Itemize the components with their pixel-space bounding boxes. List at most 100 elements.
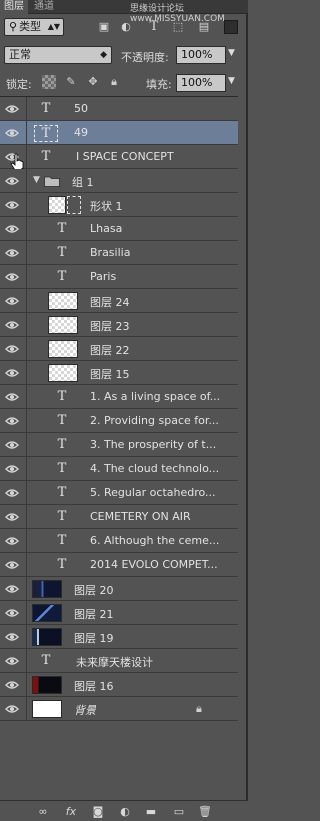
blend-mode-select[interactable]: 正常 ◆ — [4, 46, 112, 64]
layer-row[interactable]: T 4. The cloud technolo... — [0, 457, 238, 481]
layer-row[interactable]: T 2014 EVOLO COMPET... — [0, 553, 238, 577]
smart-object-filter-icon[interactable]: ▤ — [196, 19, 212, 35]
add-style-button[interactable]: fx — [63, 804, 79, 820]
new-layer-button[interactable]: ▭ — [171, 804, 187, 820]
blend-mode-value: 正常 — [9, 48, 31, 61]
eye-icon[interactable] — [5, 655, 19, 667]
layer-row[interactable]: T I SPACE CONCEPT — [0, 145, 238, 171]
layer-row[interactable]: T 1. As a living space of... — [0, 385, 238, 409]
eye-icon[interactable] — [5, 223, 19, 235]
eye-icon[interactable] — [5, 103, 19, 115]
eye-icon[interactable] — [5, 271, 19, 283]
layer-row[interactable]: T Brasilia — [0, 241, 238, 265]
layer-thumbnail — [32, 700, 62, 718]
add-mask-button[interactable]: ◙ — [90, 804, 106, 820]
new-adjustment-button[interactable]: ◐ — [117, 804, 133, 820]
eye-icon[interactable] — [5, 175, 19, 187]
layer-name: I SPACE CONCEPT — [76, 150, 174, 163]
eye-icon[interactable] — [5, 199, 19, 211]
layer-name: 4. The cloud technolo... — [90, 462, 220, 475]
text-layer-icon: T — [41, 101, 51, 116]
layer-thumbnail — [32, 604, 62, 622]
expand-arrow-icon[interactable]: ▼ — [33, 175, 40, 185]
layer-thumbnail — [32, 628, 62, 646]
text-layer-icon: T — [57, 437, 67, 452]
eye-icon[interactable] — [5, 607, 19, 619]
layer-row[interactable]: 图层 22 — [0, 337, 238, 361]
tab-layers[interactable]: 图层 — [0, 0, 28, 14]
text-layer-icon: T — [57, 461, 67, 476]
layer-row[interactable]: 图层 20 — [0, 577, 238, 601]
layer-row-selected[interactable]: T 49 — [0, 121, 238, 145]
layer-thumbnail — [48, 292, 78, 310]
layer-row[interactable]: T 2. Providing space for... — [0, 409, 238, 433]
eye-icon[interactable] — [5, 391, 19, 403]
opacity-input[interactable]: 100% — [176, 46, 226, 64]
lock-image-icon[interactable]: ✎ — [64, 75, 78, 89]
eye-icon[interactable] — [5, 415, 19, 427]
panel-tab-bar: 图层 通道 思缘设计论坛 www.MISSYUAN.COM — [0, 0, 248, 24]
eye-icon[interactable] — [5, 319, 19, 331]
opacity-dropdown-icon[interactable]: ▼ — [228, 48, 235, 58]
layer-name: 49 — [74, 126, 88, 139]
background-layer-row[interactable]: 背景 🔒︎ — [0, 697, 238, 721]
panel-bottom-bar: ∞ fx ◙ ◐ ▬ ▭ 🗑︎ — [0, 800, 248, 821]
filter-kind-select[interactable]: ⚲ 类型 ▲▼ — [4, 18, 64, 36]
layer-row[interactable]: T CEMETERY ON AIR — [0, 505, 238, 529]
layer-row[interactable]: 图层 16 — [0, 673, 238, 697]
text-layer-icon: T — [57, 509, 67, 524]
pixel-filter-icon[interactable]: ▣ — [96, 19, 112, 35]
text-layer-icon: T — [34, 125, 58, 142]
fill-dropdown-icon[interactable]: ▼ — [228, 76, 235, 86]
lock-position-icon[interactable]: ✥ — [86, 75, 100, 89]
eye-icon[interactable] — [5, 247, 19, 259]
eye-icon[interactable] — [5, 559, 19, 571]
layer-row[interactable]: T 未来摩天楼设计 — [0, 649, 238, 673]
layer-row[interactable]: T Paris — [0, 265, 238, 289]
eye-icon[interactable] — [5, 631, 19, 643]
layer-row[interactable]: 图层 19 — [0, 625, 238, 649]
layer-row[interactable]: T 3. The prosperity of t... — [0, 433, 238, 457]
layer-group-row[interactable]: ▼ 组 1 — [0, 169, 238, 193]
lock-transparent-icon[interactable] — [42, 75, 56, 89]
layer-name: 组 1 — [72, 176, 94, 189]
eye-icon[interactable] — [5, 535, 19, 547]
lock-all-icon[interactable]: 🔒︎ — [107, 75, 121, 89]
layer-row[interactable]: T 5. Regular octahedro... — [0, 481, 238, 505]
layer-row[interactable]: T 6. Although the ceme... — [0, 529, 238, 553]
shape-filter-icon[interactable]: ⬚ — [170, 19, 186, 35]
fill-input[interactable]: 100% — [176, 74, 226, 92]
eye-icon[interactable] — [5, 295, 19, 307]
eye-icon[interactable] — [5, 463, 19, 475]
eye-icon[interactable] — [5, 367, 19, 379]
layer-row[interactable]: 形状 1 — [0, 193, 238, 217]
text-layer-icon: T — [57, 533, 67, 548]
text-layer-icon: T — [57, 485, 67, 500]
filter-toggle[interactable] — [224, 20, 238, 34]
layer-row[interactable]: 图层 23 — [0, 313, 238, 337]
layer-name: 背景 — [74, 704, 96, 717]
tab-channels[interactable]: 通道 — [30, 0, 64, 14]
eye-icon[interactable] — [5, 343, 19, 355]
new-group-button[interactable]: ▬ — [143, 804, 159, 820]
delete-layer-button[interactable]: 🗑︎ — [197, 804, 213, 820]
eye-icon[interactable] — [5, 439, 19, 451]
layer-name: 6. Although the ceme... — [90, 534, 220, 547]
adjustment-filter-icon[interactable]: ◐ — [118, 19, 134, 35]
text-filter-icon[interactable]: T — [146, 19, 162, 35]
layer-name: 图层 15 — [90, 368, 130, 381]
layer-row[interactable]: 图层 24 — [0, 289, 238, 313]
layer-row[interactable]: 图层 21 — [0, 601, 238, 625]
layer-row[interactable]: T 50 — [0, 97, 238, 121]
eye-icon[interactable] — [5, 487, 19, 499]
shape-thumbnail — [48, 196, 66, 214]
eye-icon[interactable] — [5, 679, 19, 691]
eye-icon[interactable] — [5, 511, 19, 523]
eye-icon[interactable] — [5, 127, 19, 139]
eye-icon[interactable] — [5, 703, 19, 715]
link-layers-button[interactable]: ∞ — [35, 804, 51, 820]
layer-thumbnail — [48, 340, 78, 358]
layer-row[interactable]: 图层 15 — [0, 361, 238, 385]
eye-icon[interactable] — [5, 583, 19, 595]
layer-row[interactable]: T Lhasa — [0, 217, 238, 241]
